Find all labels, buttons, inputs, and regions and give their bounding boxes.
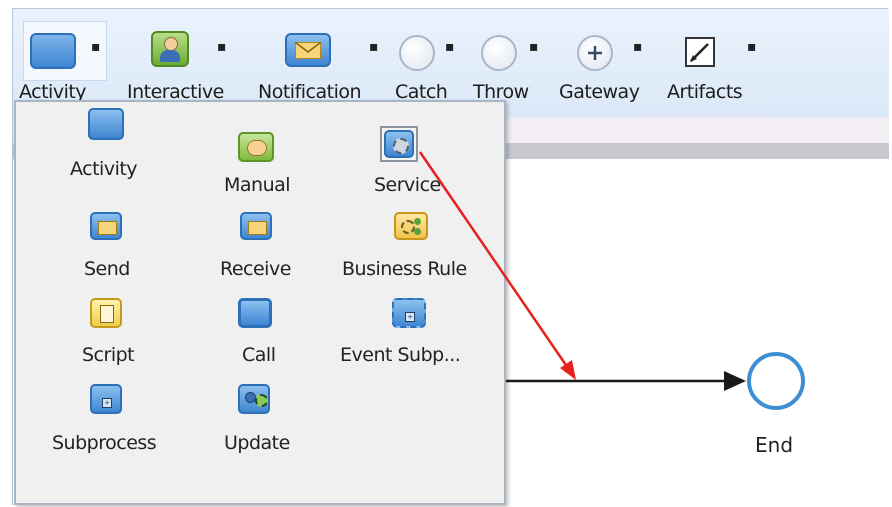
annotation-arrow [418, 151, 576, 380]
